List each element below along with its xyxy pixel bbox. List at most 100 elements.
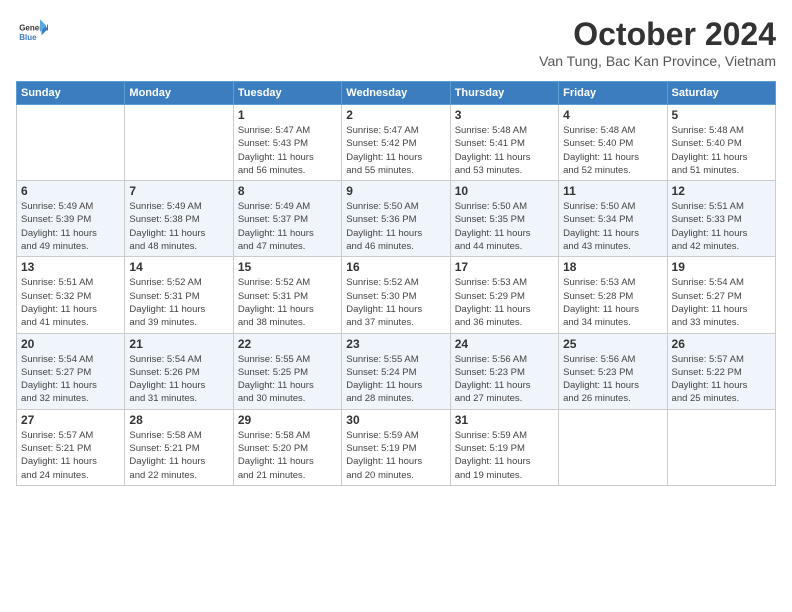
day-info: Sunrise: 5:49 AM Sunset: 5:39 PM Dayligh… xyxy=(21,200,120,253)
day-info: Sunrise: 5:48 AM Sunset: 5:40 PM Dayligh… xyxy=(672,124,771,177)
day-number: 17 xyxy=(455,260,554,274)
day-number: 3 xyxy=(455,108,554,122)
day-number: 28 xyxy=(129,413,228,427)
calendar-cell: 15Sunrise: 5:52 AM Sunset: 5:31 PM Dayli… xyxy=(233,257,341,333)
calendar-cell: 27Sunrise: 5:57 AM Sunset: 5:21 PM Dayli… xyxy=(17,409,125,485)
logo: General Blue xyxy=(16,16,48,48)
day-info: Sunrise: 5:48 AM Sunset: 5:41 PM Dayligh… xyxy=(455,124,554,177)
title-block: October 2024 Van Tung, Bac Kan Province,… xyxy=(539,16,776,69)
calendar-cell: 9 Sunrise: 5:50 AM Sunset: 5:36 PM Daylig… xyxy=(342,181,450,257)
logo-icon: General Blue xyxy=(16,16,48,48)
day-info: Sunrise: 5:56 AM Sunset: 5:23 PM Dayligh… xyxy=(455,353,554,406)
calendar-cell: 28 Sunrise: 5:58 AM Sunset: 5:21 PM Dayli… xyxy=(125,409,233,485)
day-info: Sunrise: 5:52 AM Sunset: 5:30 PM Dayligh… xyxy=(346,276,445,329)
calendar-week-1: 1 Sunrise: 5:47 AM Sunset: 5:43 PM Daylig… xyxy=(17,105,776,181)
day-info: Sunrise: 5:58 AM Sunset: 5:20 PM Dayligh… xyxy=(238,429,337,482)
day-number: 31 xyxy=(455,413,554,427)
day-info: Sunrise: 5:52 AM Sunset: 5:31 PM Dayligh… xyxy=(129,276,228,329)
day-number: 11 xyxy=(563,184,662,198)
day-number: 30 xyxy=(346,413,445,427)
day-number: 5 xyxy=(672,108,771,122)
day-number: 27 xyxy=(21,413,120,427)
calendar-cell: 14 Sunrise: 5:52 AM Sunset: 5:31 PM Dayli… xyxy=(125,257,233,333)
calendar-cell: 26 Sunrise: 5:57 AM Sunset: 5:22 PM Dayli… xyxy=(667,333,775,409)
day-info: Sunrise: 5:55 AM Sunset: 5:25 PM Dayligh… xyxy=(238,353,337,406)
day-number: 25 xyxy=(563,337,662,351)
weekday-header-saturday: Saturday xyxy=(667,82,775,105)
day-info: Sunrise: 5:53 AM Sunset: 5:28 PM Dayligh… xyxy=(563,276,662,329)
day-number: 9 xyxy=(346,184,445,198)
calendar-cell: 22 Sunrise: 5:55 AM Sunset: 5:25 PM Dayli… xyxy=(233,333,341,409)
day-number: 20 xyxy=(21,337,120,351)
day-number: 12 xyxy=(672,184,771,198)
calendar-cell: 12 Sunrise: 5:51 AM Sunset: 5:33 PM Dayli… xyxy=(667,181,775,257)
day-info: Sunrise: 5:59 AM Sunset: 5:19 PM Dayligh… xyxy=(346,429,445,482)
day-info: Sunrise: 5:54 AM Sunset: 5:27 PM Dayligh… xyxy=(672,276,771,329)
day-info: Sunrise: 5:57 AM Sunset: 5:22 PM Dayligh… xyxy=(672,353,771,406)
svg-text:Blue: Blue xyxy=(19,33,37,42)
day-number: 6 xyxy=(21,184,120,198)
day-info: Sunrise: 5:47 AM Sunset: 5:42 PM Dayligh… xyxy=(346,124,445,177)
day-number: 23 xyxy=(346,337,445,351)
day-number: 14 xyxy=(129,260,228,274)
weekday-header-row: SundayMondayTuesdayWednesdayThursdayFrid… xyxy=(17,82,776,105)
day-info: Sunrise: 5:47 AM Sunset: 5:43 PM Dayligh… xyxy=(238,124,337,177)
day-info: Sunrise: 5:50 AM Sunset: 5:36 PM Dayligh… xyxy=(346,200,445,253)
calendar-cell: 2 Sunrise: 5:47 AM Sunset: 5:42 PM Daylig… xyxy=(342,105,450,181)
day-info: Sunrise: 5:58 AM Sunset: 5:21 PM Dayligh… xyxy=(129,429,228,482)
calendar-cell: 20 Sunrise: 5:54 AM Sunset: 5:27 PM Dayli… xyxy=(17,333,125,409)
day-info: Sunrise: 5:50 AM Sunset: 5:34 PM Dayligh… xyxy=(563,200,662,253)
calendar-cell: 17 Sunrise: 5:53 AM Sunset: 5:29 PM Dayli… xyxy=(450,257,558,333)
day-info: Sunrise: 5:51 AM Sunset: 5:32 PM Dayligh… xyxy=(21,276,120,329)
day-info: Sunrise: 5:56 AM Sunset: 5:23 PM Dayligh… xyxy=(563,353,662,406)
calendar-cell: 23Sunrise: 5:55 AM Sunset: 5:24 PM Dayli… xyxy=(342,333,450,409)
calendar-cell: 21Sunrise: 5:54 AM Sunset: 5:26 PM Dayli… xyxy=(125,333,233,409)
subtitle: Van Tung, Bac Kan Province, Vietnam xyxy=(539,53,776,69)
day-number: 26 xyxy=(672,337,771,351)
day-info: Sunrise: 5:49 AM Sunset: 5:38 PM Dayligh… xyxy=(129,200,228,253)
day-info: Sunrise: 5:52 AM Sunset: 5:31 PM Dayligh… xyxy=(238,276,337,329)
calendar-cell: 8 Sunrise: 5:49 AM Sunset: 5:37 PM Daylig… xyxy=(233,181,341,257)
day-number: 19 xyxy=(672,260,771,274)
calendar-cell: 30 Sunrise: 5:59 AM Sunset: 5:19 PM Dayli… xyxy=(342,409,450,485)
calendar-cell: 6 Sunrise: 5:49 AM Sunset: 5:39 PM Daylig… xyxy=(17,181,125,257)
day-number: 29 xyxy=(238,413,337,427)
day-number: 22 xyxy=(238,337,337,351)
day-info: Sunrise: 5:54 AM Sunset: 5:27 PM Dayligh… xyxy=(21,353,120,406)
calendar-cell: 29 Sunrise: 5:58 AM Sunset: 5:20 PM Dayli… xyxy=(233,409,341,485)
calendar-cell: 19 Sunrise: 5:54 AM Sunset: 5:27 PM Dayli… xyxy=(667,257,775,333)
day-info: Sunrise: 5:59 AM Sunset: 5:19 PM Dayligh… xyxy=(455,429,554,482)
day-number: 1 xyxy=(238,108,337,122)
day-number: 13 xyxy=(21,260,120,274)
day-number: 4 xyxy=(563,108,662,122)
calendar-cell: 10Sunrise: 5:50 AM Sunset: 5:35 PM Dayli… xyxy=(450,181,558,257)
day-info: Sunrise: 5:53 AM Sunset: 5:29 PM Dayligh… xyxy=(455,276,554,329)
calendar-week-4: 20 Sunrise: 5:54 AM Sunset: 5:27 PM Dayli… xyxy=(17,333,776,409)
calendar-cell: 24Sunrise: 5:56 AM Sunset: 5:23 PM Dayli… xyxy=(450,333,558,409)
calendar-cell: 31 Sunrise: 5:59 AM Sunset: 5:19 PM Dayli… xyxy=(450,409,558,485)
weekday-header-wednesday: Wednesday xyxy=(342,82,450,105)
weekday-header-tuesday: Tuesday xyxy=(233,82,341,105)
weekday-header-friday: Friday xyxy=(559,82,667,105)
calendar-cell xyxy=(125,105,233,181)
weekday-header-sunday: Sunday xyxy=(17,82,125,105)
weekday-header-thursday: Thursday xyxy=(450,82,558,105)
calendar-cell xyxy=(559,409,667,485)
day-info: Sunrise: 5:51 AM Sunset: 5:33 PM Dayligh… xyxy=(672,200,771,253)
day-info: Sunrise: 5:49 AM Sunset: 5:37 PM Dayligh… xyxy=(238,200,337,253)
weekday-header-monday: Monday xyxy=(125,82,233,105)
day-number: 7 xyxy=(129,184,228,198)
calendar-cell: 16 Sunrise: 5:52 AM Sunset: 5:30 PM Dayli… xyxy=(342,257,450,333)
calendar-cell xyxy=(17,105,125,181)
main-title: October 2024 xyxy=(539,16,776,53)
day-number: 8 xyxy=(238,184,337,198)
day-number: 18 xyxy=(563,260,662,274)
calendar-cell: 5 Sunrise: 5:48 AM Sunset: 5:40 PM Daylig… xyxy=(667,105,775,181)
day-number: 2 xyxy=(346,108,445,122)
page-header: General Blue October 2024 Van Tung, Bac … xyxy=(16,16,776,69)
day-number: 16 xyxy=(346,260,445,274)
day-number: 10 xyxy=(455,184,554,198)
calendar-cell: 3 Sunrise: 5:48 AM Sunset: 5:41 PM Daylig… xyxy=(450,105,558,181)
calendar-cell: 13 Sunrise: 5:51 AM Sunset: 5:32 PM Dayli… xyxy=(17,257,125,333)
calendar-cell: 25 Sunrise: 5:56 AM Sunset: 5:23 PM Dayli… xyxy=(559,333,667,409)
